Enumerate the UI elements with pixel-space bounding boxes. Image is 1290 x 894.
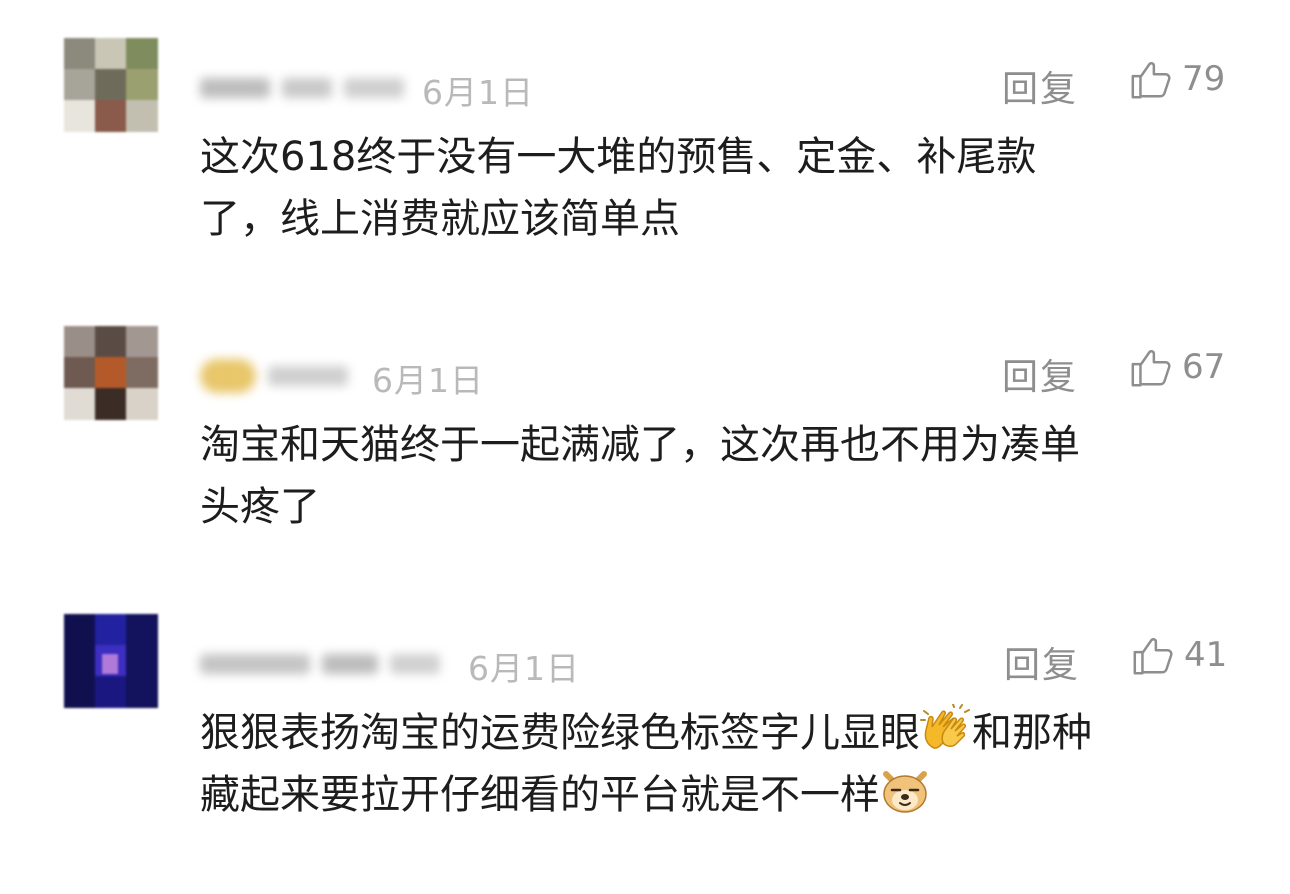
like-button[interactable]: 41: [1130, 632, 1227, 678]
comment-line-part: 藏起来要拉开仔细看的平台就是不一样: [200, 772, 880, 818]
like-count: 79: [1182, 59, 1226, 99]
like-count: 67: [1182, 347, 1226, 387]
thumbs-up-icon: [1133, 637, 1173, 675]
comment-text: 狠狠表扬淘宝的运费险绿色标签字儿显眼 和那种 藏起来要拉开仔细看的平台就是不一样: [200, 702, 1240, 826]
reply-button[interactable]: 回复: [1002, 348, 1078, 400]
username-blurred[interactable]: [200, 64, 404, 112]
comment-line: 头疼了: [200, 484, 320, 530]
reply-button[interactable]: 回复: [1004, 636, 1080, 688]
like-button[interactable]: 67: [1128, 344, 1225, 390]
reply-button[interactable]: 回复: [1002, 60, 1078, 112]
comment-line: 狠狠表扬淘宝的运费险绿色标签字儿显眼 和那种: [200, 702, 1240, 764]
avatar[interactable]: [64, 614, 158, 708]
comment-date: 6月1日: [422, 73, 534, 112]
comment-text: 淘宝和天猫终于一起满减了，这次再也不用为凑单 头疼了: [200, 414, 1240, 538]
comment-text: 这次618终于没有一大堆的预售、定金、补尾款 了，线上消费就应该简单点: [200, 126, 1240, 250]
comment-line-part: 狠狠表扬淘宝的运费险绿色标签字儿显眼: [200, 710, 920, 756]
comment-item: 6月1日 回复 41 狠狠表扬淘宝的运费险绿色标签字儿显眼 和那种 藏起来要拉开…: [0, 614, 1290, 894]
doge-icon: [883, 771, 927, 813]
comment-line: 这次618终于没有一大堆的预售、定金、补尾款: [200, 134, 1037, 180]
comment-line: 藏起来要拉开仔细看的平台就是不一样: [200, 764, 1240, 826]
clapping-hands-icon: [920, 704, 970, 749]
comment-item: 6月1日 回复 67 淘宝和天猫终于一起满减了，这次再也不用为凑单 头疼了: [0, 326, 1290, 606]
like-count: 41: [1184, 635, 1228, 675]
username-blurred[interactable]: [200, 352, 348, 400]
thumbs-up-icon: [1131, 61, 1171, 99]
comment-date: 6月1日: [468, 649, 580, 688]
comment-item: 6月1日 回复 79 这次618终于没有一大堆的预售、定金、补尾款 了，线上消费…: [0, 38, 1290, 318]
comment-line-part: 和那种: [972, 710, 1092, 756]
comment-line: 了，线上消费就应该简单点: [200, 196, 680, 242]
thumbs-up-icon: [1131, 349, 1171, 387]
comment-date: 6月1日: [372, 361, 484, 400]
avatar[interactable]: [64, 38, 158, 132]
avatar[interactable]: [64, 326, 158, 420]
like-button[interactable]: 79: [1128, 56, 1225, 102]
username-blurred[interactable]: [200, 640, 440, 688]
comment-line: 淘宝和天猫终于一起满减了，这次再也不用为凑单: [200, 422, 1080, 468]
